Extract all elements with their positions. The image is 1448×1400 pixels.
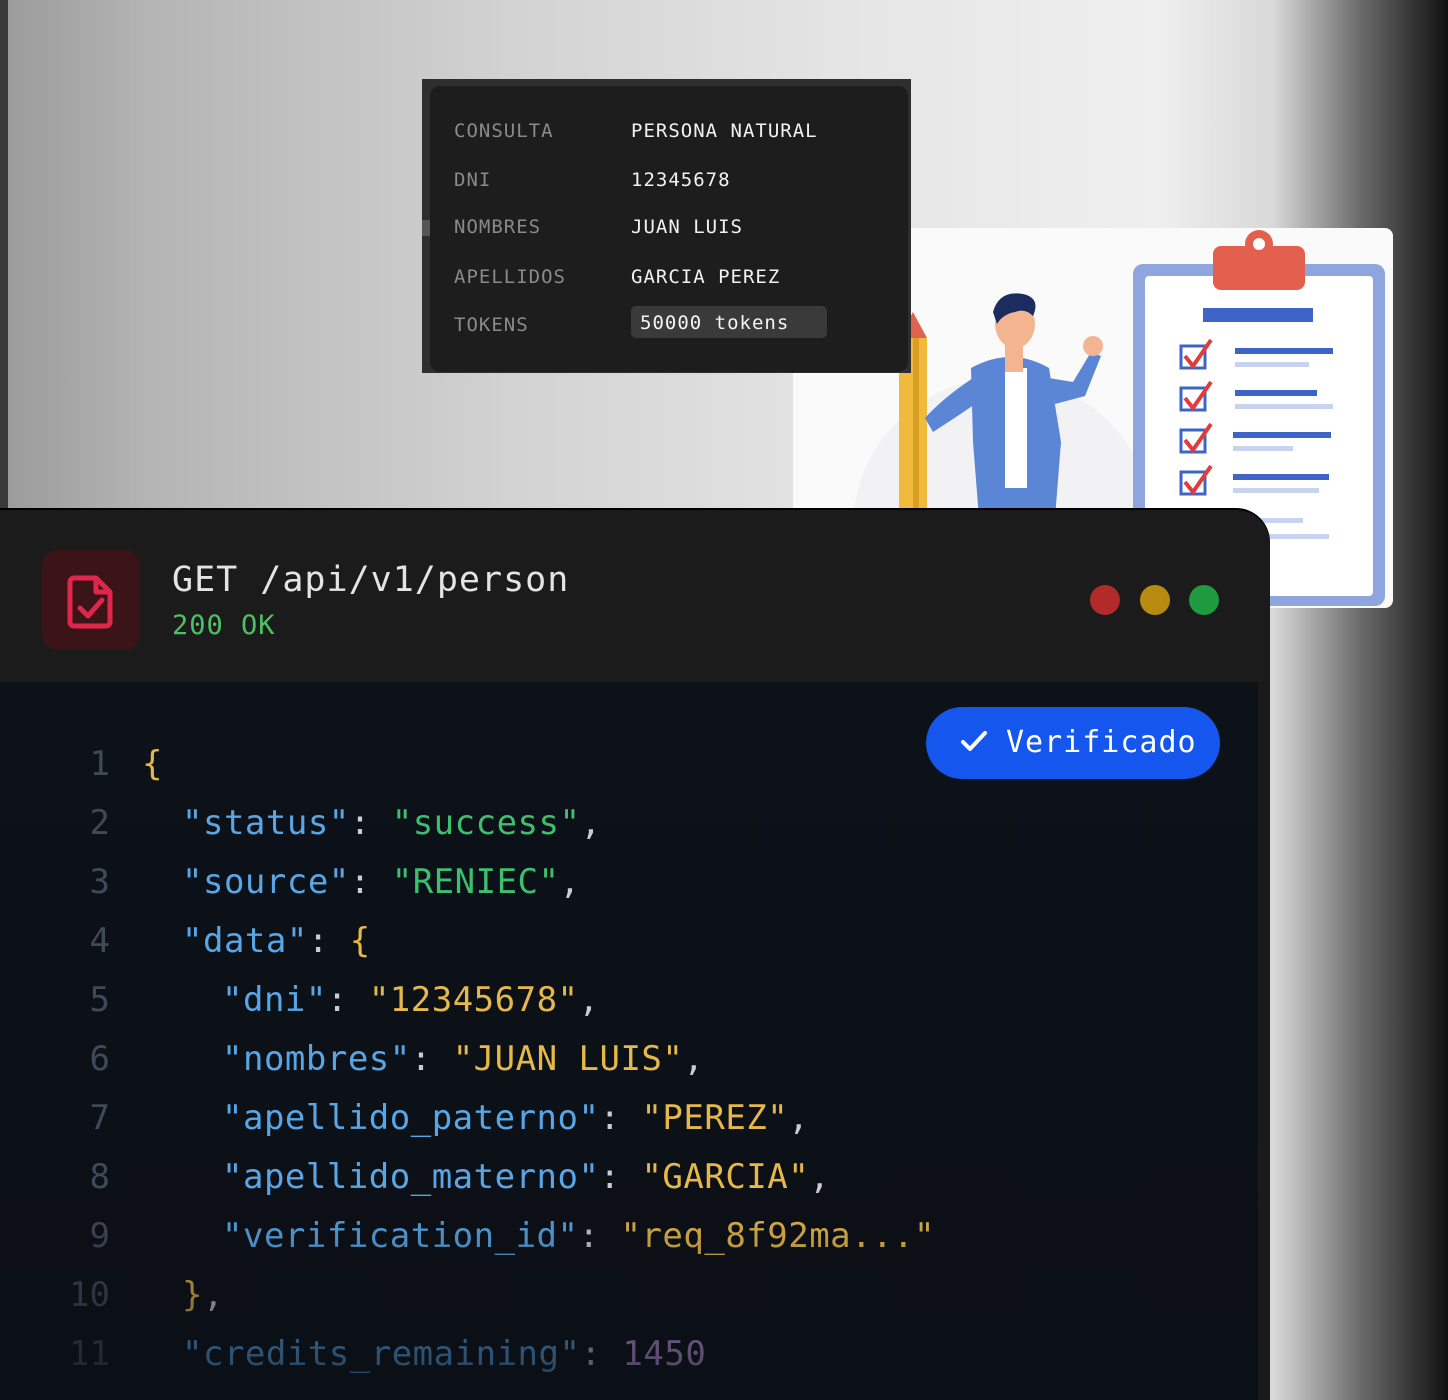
- line-number: 5: [89, 980, 110, 1020]
- json-number: 1450: [622, 1334, 707, 1374]
- code-line-6: "nombres": "JUAN LUIS",: [222, 1039, 704, 1079]
- colon: :: [349, 803, 371, 843]
- window-header: GET /api/v1/person 200 OK: [0, 510, 1270, 682]
- comma: ,: [202, 1275, 224, 1315]
- info-row-nombres: NOMBRES JUAN LUIS: [454, 216, 894, 246]
- line-number: 8: [89, 1157, 110, 1197]
- line-number: 1: [89, 744, 110, 784]
- checkmark-icon: [961, 731, 987, 751]
- api-response-window: GET /api/v1/person 200 OK Verificado 1 2…: [0, 510, 1270, 1400]
- comma: ,: [809, 1157, 831, 1197]
- background: CONSULTA PERSONA NATURAL DNI 12345678 NO…: [0, 0, 1448, 1400]
- verified-badge: Verificado: [926, 707, 1220, 779]
- json-key: "source": [182, 862, 350, 902]
- info-key: NOMBRES: [454, 216, 542, 238]
- info-row-consulta: CONSULTA PERSONA NATURAL: [454, 120, 894, 150]
- colon: :: [578, 1216, 600, 1256]
- code-line-11: "credits_remaining": 1450: [182, 1334, 706, 1374]
- code-line-4: "data": {: [182, 921, 371, 961]
- line-number: 11: [69, 1334, 110, 1374]
- json-string: "success": [391, 803, 581, 843]
- json-string: "RENIEC": [391, 862, 560, 902]
- request-method-path: GET /api/v1/person: [172, 560, 570, 600]
- badge-label: Verificado: [1006, 725, 1197, 760]
- info-key: DNI: [454, 169, 492, 191]
- code-line-7: "apellido_paterno": "PEREZ",: [222, 1098, 809, 1138]
- tokens-pill: 50000 tokens: [631, 306, 827, 338]
- code-line-8: "apellido_materno": "GARCIA",: [222, 1157, 830, 1197]
- json-key: "data": [182, 921, 308, 961]
- line-number: 4: [89, 921, 110, 961]
- line-number: 2: [89, 803, 110, 843]
- info-value: GARCIA PEREZ: [631, 266, 781, 288]
- info-value: 12345678: [631, 169, 731, 191]
- line-number: 7: [89, 1098, 110, 1138]
- window-maximize-dot[interactable]: [1189, 585, 1219, 615]
- brace: {: [142, 744, 163, 784]
- comma: ,: [788, 1098, 810, 1138]
- json-key: "verification_id": [222, 1216, 579, 1256]
- info-value: JUAN LUIS: [631, 216, 743, 238]
- json-string: "PEREZ": [641, 1098, 789, 1138]
- colon: :: [599, 1157, 621, 1197]
- comma: ,: [580, 803, 602, 843]
- colon: :: [599, 1098, 621, 1138]
- json-key: "apellido_paterno": [222, 1098, 600, 1138]
- json-key: "status": [182, 803, 350, 843]
- brace: {: [349, 921, 371, 961]
- json-string: "JUAN LUIS": [452, 1039, 684, 1079]
- json-key: "credits_remaining": [182, 1334, 581, 1374]
- window-minimize-dot[interactable]: [1140, 585, 1170, 615]
- info-row-apellidos: APELLIDOS GARCIA PEREZ: [454, 266, 894, 296]
- response-status: 200 OK: [172, 610, 276, 641]
- colon: :: [326, 980, 348, 1020]
- json-key: "apellido_materno": [222, 1157, 600, 1197]
- line-number: 6: [89, 1039, 110, 1079]
- tokens-value: 50000 tokens: [640, 312, 790, 334]
- info-key: APELLIDOS: [454, 266, 566, 288]
- code-line-9: "verification_id": "req_8f92ma...": [222, 1216, 935, 1256]
- json-string: "12345678": [368, 980, 579, 1020]
- info-row-tokens: TOKENS 50000 tokens: [454, 306, 894, 344]
- code-panel: Verificado 1 2 3 4 5 6 7 8 9 10 11 { "st…: [0, 682, 1258, 1400]
- window-close-dot[interactable]: [1090, 585, 1120, 615]
- file-check-icon: [42, 550, 140, 650]
- line-number: 10: [69, 1275, 110, 1315]
- query-info-card: CONSULTA PERSONA NATURAL DNI 12345678 NO…: [430, 86, 908, 372]
- line-number: 9: [89, 1216, 110, 1256]
- colon: :: [580, 1334, 602, 1374]
- info-key: TOKENS: [454, 314, 529, 336]
- code-line-5: "dni": "12345678",: [222, 980, 600, 1020]
- code-line-3: "source": "RENIEC",: [182, 862, 580, 902]
- code-line-2: "status": "success",: [182, 803, 601, 843]
- json-string: "req_8f92ma...": [620, 1216, 936, 1256]
- info-value: PERSONA NATURAL: [631, 120, 818, 142]
- colon: :: [307, 921, 329, 961]
- json-key: "nombres": [222, 1039, 411, 1079]
- json-key: "dni": [222, 980, 327, 1020]
- code-line-1: {: [142, 744, 163, 784]
- info-row-dni: DNI 12345678: [454, 169, 894, 199]
- brace: }: [182, 1275, 203, 1315]
- comma: ,: [559, 862, 581, 902]
- window-edge: [1258, 682, 1270, 1400]
- code-line-10: },: [182, 1275, 224, 1315]
- comma: ,: [683, 1039, 705, 1079]
- json-string: "GARCIA": [641, 1157, 810, 1197]
- info-key: CONSULTA: [454, 120, 554, 142]
- line-number: 3: [89, 862, 110, 902]
- colon: :: [349, 862, 371, 902]
- colon: :: [410, 1039, 432, 1079]
- comma: ,: [578, 980, 600, 1020]
